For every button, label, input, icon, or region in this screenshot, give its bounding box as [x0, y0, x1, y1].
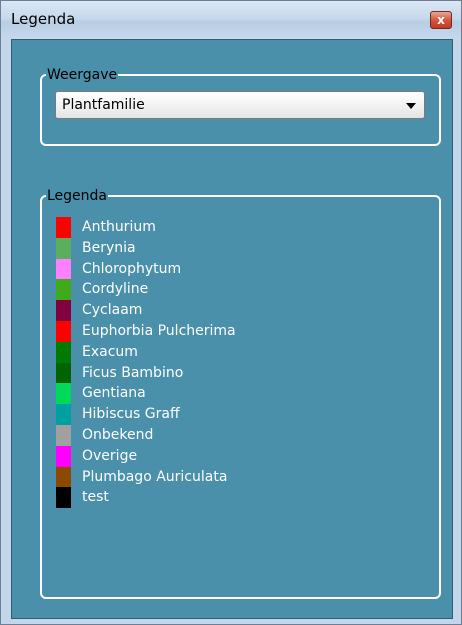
legend-color-swatch: [56, 362, 71, 384]
legend-item: Euphorbia Pulcherima: [56, 320, 416, 342]
legend-item: Onbekend: [56, 424, 416, 446]
legend-color-swatch: [56, 217, 71, 238]
legend-color-swatch: [56, 300, 71, 321]
legend-item: Overige: [56, 445, 416, 467]
legenda-groupbox: Legenda Anthurium Berynia Chlorophytum Cord…: [40, 187, 441, 599]
legend-item: Berynia: [56, 237, 416, 259]
legend-item: Chlorophytum: [56, 258, 416, 280]
legend-item: Ficus Bambino: [56, 362, 416, 384]
legend-item: Gentiana: [56, 383, 416, 405]
legend-item-label: Chlorophytum: [82, 260, 182, 277]
legend-window: Legenda x Weergave Plantfamilie Legenda …: [0, 0, 462, 625]
weergave-label: Weergave: [46, 66, 119, 84]
legend-item: Hibiscus Graff: [56, 404, 416, 425]
legend-item: Exacum: [56, 341, 416, 363]
legend-item-label: Overige: [82, 447, 138, 464]
legend-item-label: Euphorbia Pulcherima: [82, 322, 236, 339]
legend-item-label: Gentiana: [82, 385, 146, 402]
legend-item: Cyclaam: [56, 300, 416, 321]
weergave-select[interactable]: Plantfamilie: [55, 91, 425, 119]
legenda-label: Legenda: [46, 187, 109, 205]
legend-color-swatch: [56, 341, 71, 363]
legend-item-label: Anthurium: [82, 219, 156, 235]
close-button[interactable]: x: [430, 11, 452, 29]
legend-color-swatch: [56, 320, 71, 342]
window-content: Weergave Plantfamilie Legenda Anthurium B…: [11, 39, 453, 619]
legend-color-swatch: [56, 487, 71, 509]
legend-color-swatch: [56, 466, 71, 488]
legend-item-label: Berynia: [82, 239, 136, 256]
close-icon: x: [437, 13, 445, 27]
window-title: Legenda: [11, 10, 76, 28]
legend-color-swatch: [56, 279, 71, 301]
legend-item: test: [56, 487, 416, 509]
title-bar[interactable]: Legenda x: [1, 1, 461, 39]
legend-item-label: Onbekend: [82, 426, 154, 443]
legend-color-swatch: [56, 237, 71, 259]
legend-item-label: Cordyline: [82, 281, 149, 298]
legend-color-swatch: [56, 404, 71, 425]
legend-color-swatch: [56, 258, 71, 280]
weergave-groupbox: Weergave Plantfamilie: [40, 66, 441, 146]
weergave-selected-value: Plantfamilie: [62, 97, 145, 113]
legend-list: Anthurium Berynia Chlorophytum Cordyline Cyc…: [56, 217, 416, 509]
legend-item: Anthurium: [56, 217, 416, 238]
legend-item-label: test: [82, 489, 109, 506]
chevron-down-icon: [406, 103, 416, 109]
legend-color-swatch: [56, 445, 71, 467]
legend-item-label: Hibiscus Graff: [82, 406, 180, 423]
legend-item: Plumbago Auriculata: [56, 466, 416, 488]
legend-item-label: Plumbago Auriculata: [82, 468, 228, 485]
legend-color-swatch: [56, 424, 71, 446]
legend-item-label: Exacum: [82, 343, 138, 360]
legend-color-swatch: [56, 383, 71, 405]
legend-item-label: Cyclaam: [82, 302, 143, 319]
legend-item: Cordyline: [56, 279, 416, 301]
legend-item-label: Ficus Bambino: [82, 364, 184, 381]
